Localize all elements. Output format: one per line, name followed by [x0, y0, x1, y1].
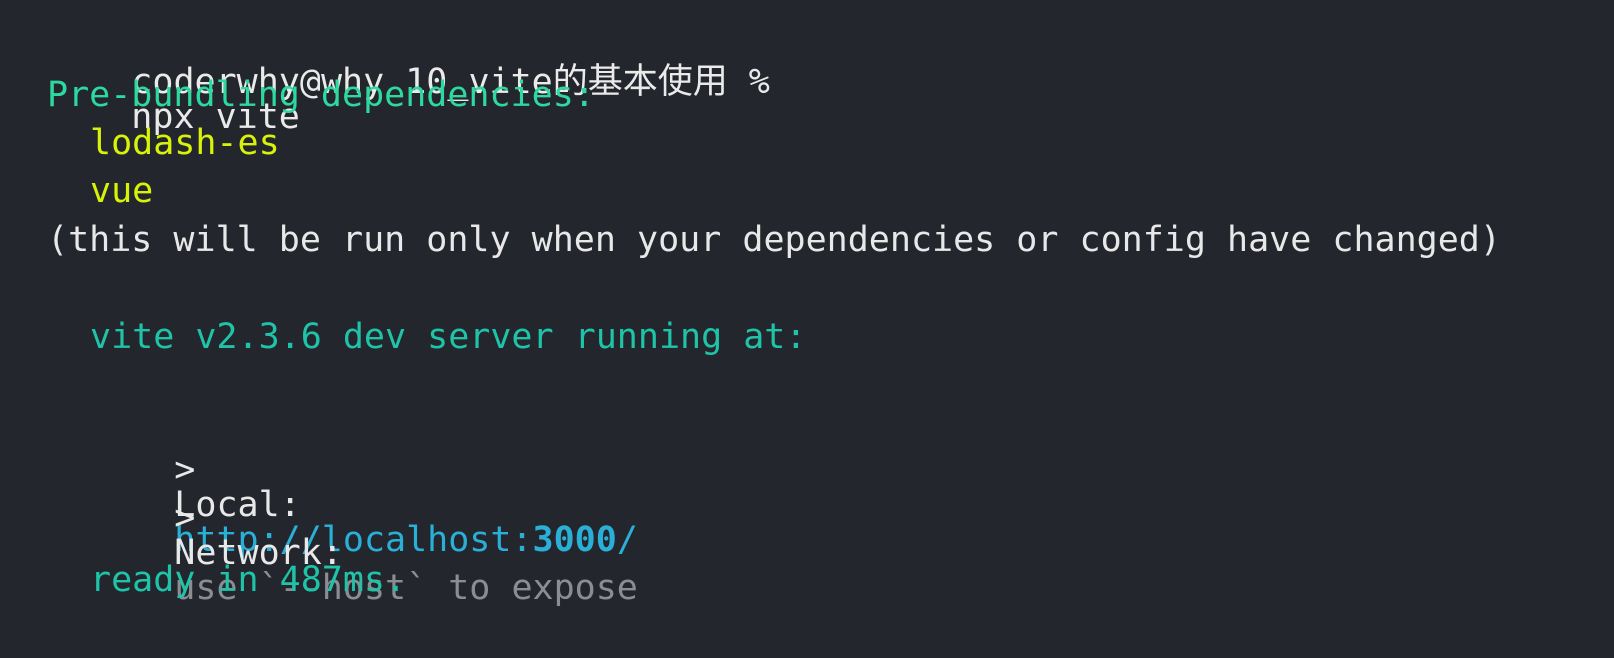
server-running-text: vite v2.3.6 dev server running at: [90, 317, 807, 357]
network-line: > Network: use `--host` to expose [90, 466, 638, 641]
dependency-item: lodash-es [90, 123, 280, 163]
terminal-window[interactable]: coderwhy@why 10_vite的基本使用 % npx vite Pre… [0, 0, 1614, 658]
prebundle-heading: Pre-bundling dependencies: [47, 75, 595, 115]
ready-text: ready in 487ms. [90, 560, 407, 600]
prebundle-note: (this will be run only when your depende… [47, 220, 1501, 260]
dependency-item: vue [90, 171, 154, 211]
network-arrow: > [174, 498, 196, 538]
